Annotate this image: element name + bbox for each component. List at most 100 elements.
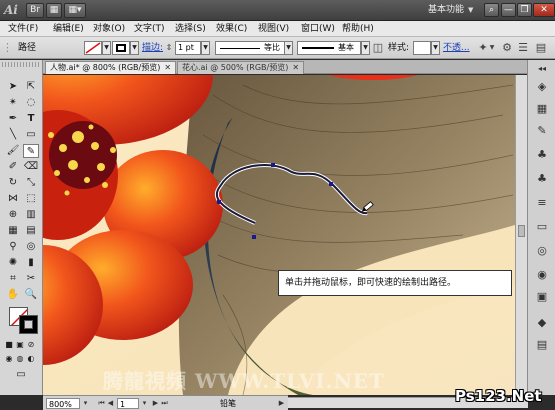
vertical-scrollbar[interactable] xyxy=(515,75,527,395)
chevron-down-icon[interactable]: ▼ xyxy=(468,4,478,16)
status-menu-arrow[interactable]: ▶ xyxy=(277,398,286,409)
minimize-button[interactable]: — xyxy=(501,3,516,17)
tab-document-1[interactable]: 人物.ai* @ 800% (RGB/预览) ✕ xyxy=(45,61,177,74)
bridge-button[interactable]: Br xyxy=(26,3,44,18)
brush-options-icon[interactable]: ◫ xyxy=(371,41,385,55)
hand-tool-icon[interactable]: ✋ xyxy=(5,288,21,302)
search-icon[interactable]: ⌕ xyxy=(484,3,499,17)
restore-button[interactable]: ❐ xyxy=(517,3,532,17)
artboard-number-field[interactable]: 1 xyxy=(117,398,139,409)
none-mode-icon[interactable]: ⊘ xyxy=(26,338,36,352)
rectangle-tool-icon[interactable]: ▭ xyxy=(23,128,39,142)
panel-menu-icon[interactable]: ☰ xyxy=(516,41,530,55)
graphic-style-swatch[interactable] xyxy=(413,41,431,55)
stroke-weight-dropdown[interactable]: ▼ xyxy=(201,41,210,55)
rotate-tool-icon[interactable]: ↻ xyxy=(5,176,21,190)
graphic-style-dropdown[interactable]: ▼ xyxy=(431,41,440,55)
stroke-panel-icon[interactable]: ≡ xyxy=(534,196,550,210)
arrange-documents-dropdown[interactable]: ▦▾ xyxy=(64,3,86,18)
zoom-tool-icon[interactable]: 🔍 xyxy=(23,288,39,302)
color-mode-icon[interactable]: ■ xyxy=(4,338,14,352)
transparency-panel-icon[interactable]: ◎ xyxy=(534,244,550,258)
symbol-sprayer-tool-icon[interactable]: ✺ xyxy=(5,256,21,270)
menu-window[interactable]: 窗口(W) xyxy=(301,23,335,35)
gradient-tool-icon[interactable]: ▤ xyxy=(23,224,39,238)
zoom-dropdown[interactable]: ▾ xyxy=(81,398,90,409)
arrange-documents-icon[interactable]: ▦ xyxy=(46,3,62,18)
mesh-tool-icon[interactable]: ▦ xyxy=(5,224,21,238)
draw-normal-icon[interactable]: ◉ xyxy=(4,352,14,366)
width-tool-icon[interactable]: ⋈ xyxy=(5,192,21,206)
collapse-panels-icon[interactable]: ◂◂ xyxy=(534,62,550,76)
zoom-level-field[interactable]: 800% xyxy=(46,398,80,409)
swatches-panel-icon[interactable]: ▦ xyxy=(534,102,550,116)
line-tool-icon[interactable]: ╲ xyxy=(5,128,21,142)
gradient-panel-icon[interactable]: ▭ xyxy=(534,220,550,234)
close-icon[interactable]: ✕ xyxy=(292,63,299,72)
last-artboard-button[interactable]: ⏭ xyxy=(160,398,169,409)
stepper-icon[interactable]: ⇕ xyxy=(164,41,174,55)
previous-artboard-button[interactable]: ◀ xyxy=(106,398,115,409)
brush-dropdown[interactable]: ▼ xyxy=(361,41,370,55)
magic-wand-tool-icon[interactable]: ✴ xyxy=(5,96,21,110)
stroke-color-swatch[interactable] xyxy=(112,41,130,55)
pen-tool-icon[interactable]: ✒ xyxy=(5,112,21,126)
screen-mode-icon[interactable]: ▭ xyxy=(13,368,29,382)
menu-edit[interactable]: 编辑(E) xyxy=(53,23,84,35)
blob-brush-tool-icon[interactable]: ✐ xyxy=(5,160,21,174)
eyedropper-tool-icon[interactable]: ⚲ xyxy=(5,240,21,254)
draw-inside-icon[interactable]: ◐ xyxy=(26,352,36,366)
panel-grip[interactable] xyxy=(2,62,41,67)
align-icon[interactable]: ▤ xyxy=(534,41,548,55)
draw-behind-icon[interactable]: ◍ xyxy=(15,352,25,366)
variable-width-profile[interactable]: 等比 xyxy=(215,41,291,55)
stroke-color-dropdown[interactable]: ▼ xyxy=(130,41,139,55)
layers-panel-icon[interactable]: ▣ xyxy=(534,290,550,304)
menu-effect[interactable]: 效果(C) xyxy=(216,23,247,35)
type-tool-icon[interactable]: T xyxy=(23,112,39,126)
tab-document-2[interactable]: 花心.ai @ 500% (RGB/预览) ✕ xyxy=(177,61,305,74)
perspective-grid-tool-icon[interactable]: ▥ xyxy=(23,208,39,222)
eraser-tool-icon[interactable]: ⌫ xyxy=(23,160,39,174)
gradient-mode-icon[interactable]: ▣ xyxy=(15,338,25,352)
menu-view[interactable]: 视图(V) xyxy=(258,23,289,35)
direct-selection-tool-icon[interactable]: ⇱ xyxy=(23,80,39,94)
artboards-panel-icon[interactable]: ◆ xyxy=(534,316,550,330)
profile-dropdown[interactable]: ▼ xyxy=(284,41,293,55)
graphic-styles-panel-icon[interactable]: ♣ xyxy=(534,172,550,186)
lasso-tool-icon[interactable]: ◌ xyxy=(23,96,39,110)
menu-file[interactable]: 文件(F) xyxy=(8,23,38,35)
close-button[interactable]: ✕ xyxy=(533,3,555,17)
chevron-down-icon[interactable]: ▼ xyxy=(488,41,496,55)
opacity-label[interactable]: 不透... xyxy=(443,42,470,54)
panel-grip-icon[interactable]: ⋮ xyxy=(2,41,13,55)
pencil-tool-icon[interactable]: ✎ xyxy=(23,144,39,158)
links-panel-icon[interactable]: ▤ xyxy=(534,338,550,352)
next-artboard-button[interactable]: ▶ xyxy=(151,398,160,409)
artboard-dropdown[interactable]: ▾ xyxy=(140,398,149,409)
menu-help[interactable]: 帮助(H) xyxy=(342,23,374,35)
menu-type[interactable]: 文字(T) xyxy=(134,23,165,35)
scale-tool-icon[interactable]: ⤡ xyxy=(23,176,39,190)
menu-object[interactable]: 对象(O) xyxy=(93,23,125,35)
stroke-label[interactable]: 描边: xyxy=(142,42,163,54)
brush-definition[interactable]: 基本 xyxy=(297,41,361,55)
fill-color-swatch[interactable] xyxy=(84,41,102,55)
appearance-panel-icon[interactable]: ◉ xyxy=(534,268,550,282)
column-graph-tool-icon[interactable]: ▮ xyxy=(23,256,39,270)
artboard-tool-icon[interactable]: ⌗ xyxy=(5,272,21,286)
artboard-canvas[interactable]: 腾龍視頻 WWW.TLVI.NET xyxy=(43,75,515,395)
stroke-swatch[interactable] xyxy=(19,315,38,334)
color-panel-icon[interactable]: ◈ xyxy=(534,80,550,94)
shape-builder-tool-icon[interactable]: ⊕ xyxy=(5,208,21,222)
paintbrush-tool-icon[interactable]: 🖌 xyxy=(5,144,21,158)
brushes-panel-icon[interactable]: ✎ xyxy=(534,124,550,138)
stroke-weight-field[interactable]: 1 pt xyxy=(175,41,201,55)
fill-color-dropdown[interactable]: ▼ xyxy=(102,41,111,55)
selection-tool-icon[interactable]: ➤ xyxy=(5,80,21,94)
symbols-panel-icon[interactable]: ♣ xyxy=(534,148,550,162)
blend-tool-icon[interactable]: ◎ xyxy=(23,240,39,254)
first-artboard-button[interactable]: ⏮ xyxy=(97,398,106,409)
document-setup-icon[interactable]: ⚙ xyxy=(500,41,514,55)
free-transform-tool-icon[interactable]: ⬚ xyxy=(23,192,39,206)
